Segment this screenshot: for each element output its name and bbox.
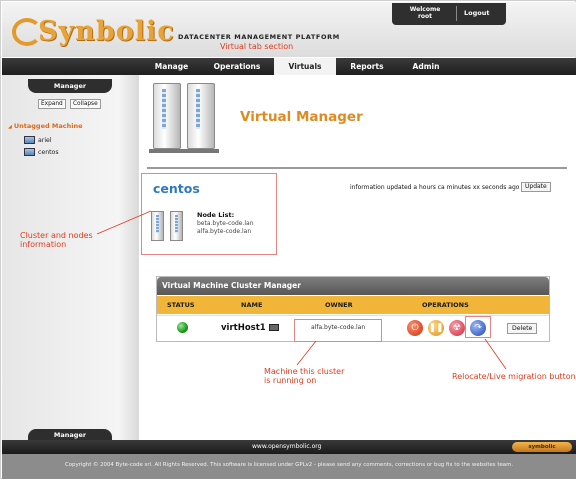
annotation-arrows [96,210,507,370]
footer-bar: www.opensymbolic.org symbolic [2,440,576,454]
arrow-cluster [96,210,152,235]
footer-logo: symbolic [512,442,572,452]
app-window: Synbolic DATACENTER MANAGEMENT PLATFORM … [0,0,576,479]
arrow-owner [296,340,317,366]
arrow-relocate [484,338,507,370]
copyright: Copyright © 2004 Byte-code srl. All Righ… [2,454,576,479]
footer-url[interactable]: www.opensymbolic.org [252,443,321,450]
